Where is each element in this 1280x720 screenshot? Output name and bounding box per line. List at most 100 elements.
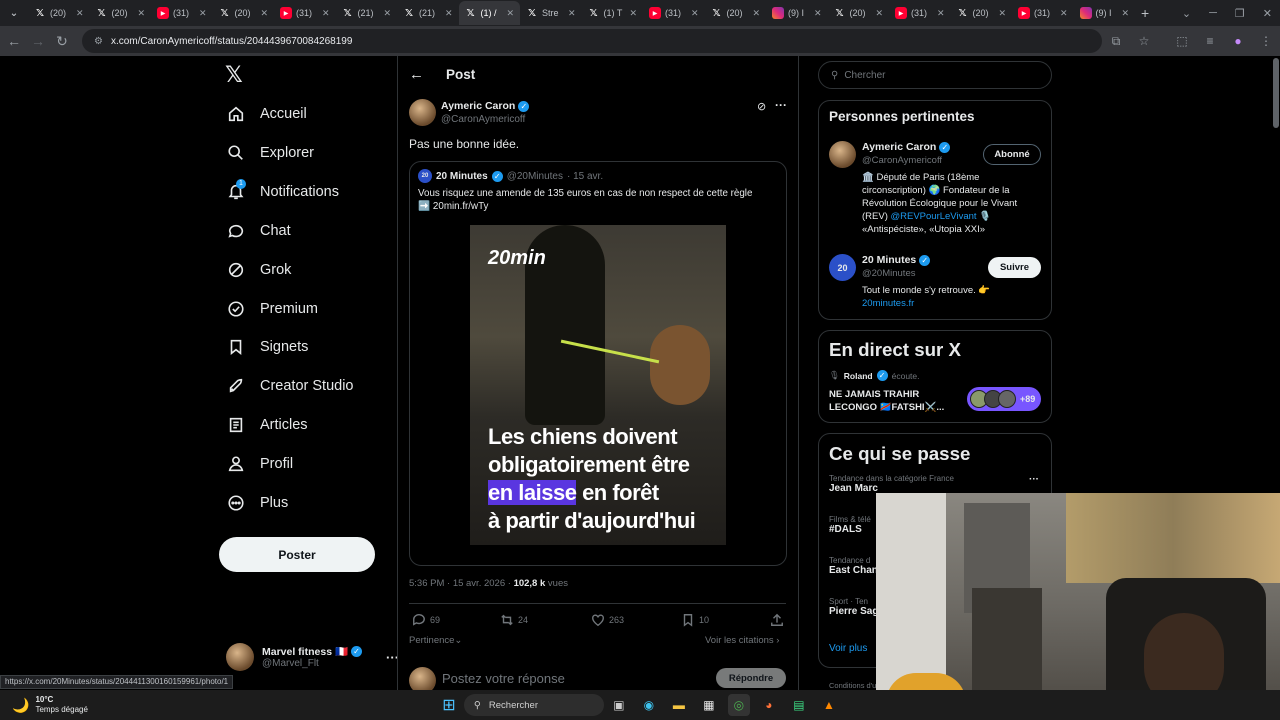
weather-widget[interactable]: 10°C Temps dégagé (35, 695, 87, 715)
search-input[interactable]: ⚲ Chercher (818, 61, 1052, 89)
share-action[interactable] (770, 613, 784, 627)
browser-tab[interactable]: 𝕏 (1) T ✕ (582, 1, 644, 25)
listeners-pill[interactable]: +89 (967, 387, 1041, 411)
media-icon[interactable]: ≡ (1196, 34, 1224, 48)
nav-item-creator-studio[interactable]: Creator Studio (226, 376, 354, 396)
maximize-icon[interactable]: ❐ (1235, 7, 1245, 20)
browser-tab[interactable]: 𝕏 (20) ✕ (951, 1, 1013, 25)
post-button[interactable]: Poster (219, 537, 375, 572)
person-name[interactable]: Aymeric Caron (862, 141, 936, 153)
following-button[interactable]: Abonné (983, 144, 1041, 165)
person-handle[interactable]: @CaronAymericoff (862, 155, 942, 166)
browser-tab[interactable]: ▶ (31) ✕ (151, 1, 213, 25)
author-name[interactable]: Aymeric Caron (441, 100, 515, 112)
nav-item-articles[interactable]: Articles (226, 415, 308, 435)
reply-input[interactable]: Postez votre réponse (442, 671, 565, 686)
close-tab-icon[interactable]: ✕ (260, 8, 268, 19)
new-tab-button[interactable]: + (1141, 5, 1149, 21)
post-timestamp[interactable]: 5:36 PM · 15 avr. 2026 · (409, 578, 514, 589)
browser-tab[interactable]: 𝕏 (21) ✕ (397, 1, 459, 25)
tab-search-icon[interactable]: ⌄ (1182, 7, 1191, 20)
close-tab-icon[interactable]: ✕ (322, 8, 330, 19)
browser-tab[interactable]: 𝕏 (21) ✕ (336, 1, 398, 25)
edge-icon[interactable]: ◉ (638, 694, 660, 716)
bookmark-action[interactable]: 10 (681, 613, 709, 627)
start-menu-icon[interactable]: ⊞ (438, 694, 460, 716)
browser-tab[interactable]: 𝕏 (1) / ✕ (458, 1, 520, 25)
browser-tab[interactable]: ▶ (31) ✕ (1012, 1, 1074, 25)
reply-action[interactable]: 69 (412, 613, 440, 627)
person-name[interactable]: 20 Minutes (862, 254, 916, 266)
close-tab-icon[interactable]: ✕ (691, 8, 699, 19)
more-dots-icon[interactable]: ··· (775, 98, 787, 112)
close-tab-icon[interactable]: ✕ (937, 8, 945, 19)
store-icon[interactable]: ▦ (698, 694, 720, 716)
trend-item[interactable]: Sport · Ten Pierre Sag (829, 597, 878, 617)
app-icon[interactable]: ▤ (788, 694, 810, 716)
firefox-icon[interactable]: ◕ (758, 694, 780, 716)
more-dots-icon[interactable]: ··· (1029, 474, 1039, 485)
nav-item-profil[interactable]: Profil (226, 454, 293, 474)
nav-item-explorer[interactable]: Explorer (226, 143, 314, 163)
nav-item-premium[interactable]: Premium (226, 299, 318, 319)
account-switcher[interactable]: Marvel fitness 🇫🇷 ✓ @Marvel_Flt ··· (226, 643, 399, 671)
close-tab-icon[interactable]: ✕ (1060, 8, 1068, 19)
person-avatar[interactable]: 20 (829, 254, 856, 281)
browser-tab[interactable]: 𝕏 Stre ✕ (520, 1, 582, 25)
author-handle[interactable]: @CaronAymericoff (441, 114, 525, 125)
reply-button[interactable]: Répondre (716, 668, 786, 688)
browser-tab[interactable]: ▶ (31) ✕ (643, 1, 705, 25)
close-tab-icon[interactable]: ✕ (998, 8, 1006, 19)
nav-item-plus[interactable]: Plus (226, 493, 288, 513)
footer-links[interactable]: Conditions d'u (829, 681, 876, 690)
follow-button[interactable]: Suivre (988, 257, 1041, 278)
repost-action[interactable]: 24 (500, 613, 528, 627)
nav-item-signets[interactable]: Signets (226, 337, 308, 357)
file-explorer-icon[interactable]: ▬ (668, 694, 690, 716)
trend-item[interactable]: Tendance d East Chan (829, 556, 878, 576)
close-tab-icon[interactable]: ✕ (137, 8, 145, 19)
browser-tab[interactable]: (9) I ✕ (766, 1, 828, 25)
nav-item-accueil[interactable]: Accueil (226, 104, 307, 124)
close-tab-icon[interactable]: ✕ (629, 8, 637, 19)
menu-icon[interactable]: ⋮ (1252, 34, 1280, 48)
task-view-icon[interactable]: ▣ (608, 694, 630, 716)
nav-item-notifications[interactable]: 1 Notifications (226, 178, 339, 202)
quote-link[interactable]: ➡️ 20min.fr/wTy (418, 200, 778, 213)
trend-item[interactable]: Films & télé #DALS (829, 515, 871, 535)
close-window-icon[interactable]: ✕ (1263, 7, 1272, 20)
view-quotes-link[interactable]: Voir les citations › (705, 635, 779, 646)
star-icon[interactable]: ☆ (1130, 34, 1158, 48)
close-tab-icon[interactable]: ✕ (568, 8, 576, 19)
grok-icon[interactable]: ⊘ (757, 100, 766, 113)
tab-list-button[interactable]: ⌄ (4, 1, 28, 25)
extensions-icon[interactable]: ⬚ (1168, 34, 1196, 48)
profile-icon[interactable]: ● (1224, 34, 1252, 48)
browser-tab[interactable]: 𝕏 (20) ✕ (90, 1, 152, 25)
close-tab-icon[interactable]: ✕ (445, 8, 453, 19)
browser-tab[interactable]: 𝕏 (20) ✕ (705, 1, 767, 25)
bio-link[interactable]: @REVPourLeVivant (891, 211, 977, 222)
close-tab-icon[interactable]: ✕ (76, 8, 84, 19)
author-avatar[interactable] (409, 99, 436, 126)
install-icon[interactable]: ⧉ (1102, 34, 1130, 49)
browser-tab[interactable]: ▶ (31) ✕ (274, 1, 336, 25)
address-bar[interactable]: ⚙ x.com/CaronAymericoff/status/204443967… (82, 29, 1102, 53)
close-tab-icon[interactable]: ✕ (383, 8, 391, 19)
space-title[interactable]: NE JAMAIS TRAHIR LECONGO 🇨🇩FATSHI⚔️... (829, 388, 944, 414)
host-name[interactable]: Roland (844, 371, 873, 381)
bio-link[interactable]: 20minutes.fr (862, 297, 1040, 310)
browser-tab[interactable]: 𝕏 (20) ✕ (213, 1, 275, 25)
browser-tab[interactable]: (9) I ✕ (1074, 1, 1136, 25)
trend-item[interactable]: Tendance dans la catégorie France Jean M… (829, 474, 1039, 494)
minimize-icon[interactable]: ─ (1209, 7, 1217, 19)
taskbar-search[interactable]: ⚲ Rechercher (463, 694, 604, 716)
nav-item-chat[interactable]: Chat (226, 221, 291, 241)
person-avatar[interactable] (829, 141, 856, 168)
close-tab-icon[interactable]: ✕ (1121, 8, 1129, 19)
sort-dropdown[interactable]: Pertinence⌄ (409, 635, 462, 646)
browser-tab[interactable]: ▶ (31) ✕ (889, 1, 951, 25)
chrome-icon[interactable]: ◎ (727, 694, 750, 716)
back-button[interactable]: ← (409, 66, 424, 83)
close-tab-icon[interactable]: ✕ (875, 8, 883, 19)
